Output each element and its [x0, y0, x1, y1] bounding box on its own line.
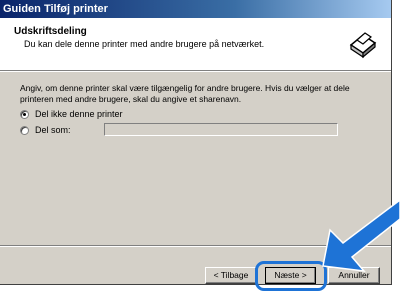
radio-selected-icon[interactable]	[20, 109, 29, 119]
header-title: Udskriftsdeling	[14, 26, 87, 37]
option-share-as[interactable]: Del som:	[20, 125, 71, 135]
description-text: Angiv, om denne printer skal være tilgæn…	[20, 83, 350, 104]
printer-icon	[345, 27, 377, 59]
option-share-as-label: Del som:	[35, 125, 71, 135]
add-printer-wizard-window: Guiden Tilføj printer Udskriftsdeling Du…	[0, 0, 392, 285]
title-bar: Guiden Tilføj printer	[0, 0, 391, 18]
next-button-highlight	[255, 261, 327, 291]
wizard-body: Angiv, om denne printer skal være tilgæn…	[0, 71, 391, 246]
footer-divider	[0, 245, 391, 246]
share-name-input[interactable]	[104, 123, 338, 136]
back-button[interactable]: < Tilbage	[205, 267, 257, 284]
option-do-not-share[interactable]: Del ikke denne printer	[20, 109, 123, 119]
header-subtitle: Du kan dele denne printer med andre brug…	[24, 39, 265, 49]
option-do-not-share-label: Del ikke denne printer	[35, 109, 123, 119]
wizard-header: Udskriftsdeling Du kan dele denne printe…	[0, 18, 391, 71]
radio-unselected-icon[interactable]	[20, 125, 29, 135]
cancel-button[interactable]: Annuller	[328, 267, 380, 284]
